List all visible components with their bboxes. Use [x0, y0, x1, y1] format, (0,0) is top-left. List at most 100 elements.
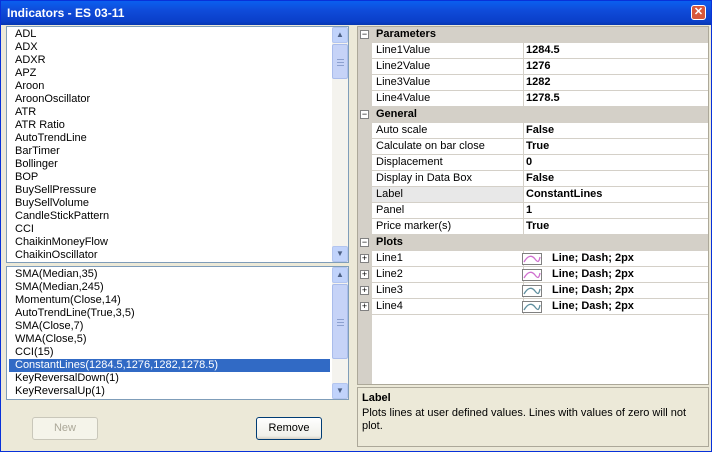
- scroll-up-icon[interactable]: ▲: [332, 267, 348, 283]
- scroll-down-icon[interactable]: ▼: [332, 383, 348, 399]
- expand-icon[interactable]: +: [360, 270, 369, 279]
- row-margin: [358, 171, 372, 187]
- applied-indicator-list[interactable]: SMA(Median,35) SMA(Median,245) Momentum(Cl…: [6, 266, 349, 400]
- property-row[interactable]: Display in Data Box False: [358, 171, 708, 187]
- row-margin: [358, 43, 372, 59]
- property-row[interactable]: Line4Value 1278.5: [358, 91, 708, 107]
- window-title: Indicators - ES 03-11: [7, 6, 125, 20]
- property-name: Line4Value: [372, 91, 524, 107]
- property-name: Line2Value: [372, 59, 524, 75]
- applied-list-scrollbar[interactable]: ▲ ▼: [332, 267, 348, 399]
- property-value[interactable]: 1282: [524, 75, 708, 91]
- plot-style-icon: [522, 301, 542, 313]
- list-item[interactable]: CCI: [9, 223, 330, 236]
- property-name: Line4: [372, 299, 524, 315]
- collapse-icon[interactable]: −: [360, 30, 369, 39]
- category-label: Plots: [376, 236, 403, 248]
- expand-icon[interactable]: +: [360, 302, 369, 311]
- expand-icon[interactable]: +: [360, 286, 369, 295]
- category-plots[interactable]: − Plots: [358, 235, 708, 251]
- list-item[interactable]: WMA(Close,5): [9, 333, 330, 346]
- row-margin: [358, 219, 372, 235]
- plot-row[interactable]: + Line1 Line; Dash; 2px: [358, 251, 708, 267]
- list-item[interactable]: KeyReversalUp(1): [9, 385, 330, 398]
- list-item[interactable]: SMA(Close,7): [9, 320, 330, 333]
- list-item[interactable]: ChaikinMoneyFlow: [9, 236, 330, 249]
- property-row[interactable]: Calculate on bar close True: [358, 139, 708, 155]
- list-item[interactable]: AroonOscillator: [9, 93, 330, 106]
- property-row[interactable]: Auto scale False: [358, 123, 708, 139]
- list-item[interactable]: CandleStickPattern: [9, 210, 330, 223]
- title-bar[interactable]: Indicators - ES 03-11 ✕: [1, 1, 711, 25]
- property-row[interactable]: Line3Value 1282: [358, 75, 708, 91]
- list-item[interactable]: AutoTrendLine(True,3,5): [9, 307, 330, 320]
- plot-row[interactable]: + Line2 Line; Dash; 2px: [358, 267, 708, 283]
- list-item[interactable]: BOP: [9, 171, 330, 184]
- list-item[interactable]: ADL: [9, 28, 330, 41]
- new-button[interactable]: New: [32, 417, 98, 440]
- property-value[interactable]: 1284.5: [524, 43, 708, 59]
- list-item[interactable]: ChaikinOscillator: [9, 249, 330, 262]
- category-label: General: [376, 108, 417, 120]
- list-item[interactable]: SMA(Median,35): [9, 268, 330, 281]
- property-name: Line3Value: [372, 75, 524, 91]
- expand-icon[interactable]: +: [360, 254, 369, 263]
- scroll-down-icon[interactable]: ▼: [332, 246, 348, 262]
- list-item[interactable]: Momentum(Close,14): [9, 294, 330, 307]
- property-row[interactable]: Line2Value 1276: [358, 59, 708, 75]
- grip-line: [337, 62, 344, 63]
- list-item[interactable]: CCI(15): [9, 346, 330, 359]
- close-icon[interactable]: ✕: [691, 5, 706, 20]
- collapse-icon[interactable]: −: [360, 238, 369, 247]
- property-value[interactable]: 0: [524, 155, 708, 171]
- indicator-list[interactable]: ADL ADX ADXR APZ Aroon AroonOscillator ATR ATR …: [6, 26, 349, 263]
- property-name: Line3: [372, 283, 524, 299]
- scrollbar-thumb[interactable]: [332, 284, 348, 359]
- remove-button[interactable]: Remove: [256, 417, 322, 440]
- grip-line: [337, 325, 344, 326]
- property-grid[interactable]: − Parameters Line1Value 1284.5 Line2Valu…: [357, 26, 709, 385]
- list-item[interactable]: ATR Ratio: [9, 119, 330, 132]
- property-value[interactable]: ConstantLines: [524, 187, 708, 203]
- property-name: Line2: [372, 267, 524, 283]
- list-item[interactable]: Bollinger: [9, 158, 330, 171]
- list-item-selected[interactable]: ConstantLines(1284.5,1276,1282,1278.5): [9, 359, 330, 372]
- list-item[interactable]: APZ: [9, 67, 330, 80]
- indicator-list-scrollbar[interactable]: ▲ ▼: [332, 27, 348, 262]
- list-item[interactable]: KeyReversalDown(1): [9, 372, 330, 385]
- category-general[interactable]: − General: [358, 107, 708, 123]
- scrollbar-thumb[interactable]: [332, 44, 348, 79]
- plot-row[interactable]: + Line3 Line; Dash; 2px: [358, 283, 708, 299]
- property-value: Line; Dash; 2px: [552, 252, 634, 264]
- property-row[interactable]: Price marker(s) True: [358, 219, 708, 235]
- property-row[interactable]: Panel 1: [358, 203, 708, 219]
- property-row-selected[interactable]: Label ConstantLines: [358, 187, 708, 203]
- scroll-up-icon[interactable]: ▲: [332, 27, 348, 43]
- list-item[interactable]: BarTimer: [9, 145, 330, 158]
- property-row[interactable]: Displacement 0: [358, 155, 708, 171]
- list-item[interactable]: ADXR: [9, 54, 330, 67]
- property-value[interactable]: 1278.5: [524, 91, 708, 107]
- list-item[interactable]: Aroon: [9, 80, 330, 93]
- list-item[interactable]: BuySellVolume: [9, 197, 330, 210]
- property-row[interactable]: Line1Value 1284.5: [358, 43, 708, 59]
- property-value[interactable]: True: [524, 219, 708, 235]
- category-parameters[interactable]: − Parameters: [358, 27, 708, 43]
- list-item[interactable]: SMA(Median,245): [9, 281, 330, 294]
- description-text: Plots lines at user defined values. Line…: [362, 407, 687, 432]
- row-margin: [358, 203, 372, 219]
- list-item[interactable]: BuySellPressure: [9, 184, 330, 197]
- property-value[interactable]: False: [524, 123, 708, 139]
- plot-row[interactable]: + Line4 Line; Dash; 2px: [358, 299, 708, 315]
- collapse-icon[interactable]: −: [360, 110, 369, 119]
- list-item[interactable]: AutoTrendLine: [9, 132, 330, 145]
- list-item[interactable]: ATR: [9, 106, 330, 119]
- row-margin: [358, 91, 372, 107]
- remove-button-label: Remove: [268, 422, 310, 434]
- property-value[interactable]: 1: [524, 203, 708, 219]
- property-value[interactable]: 1276: [524, 59, 708, 75]
- property-name: Line1: [372, 251, 524, 267]
- property-value[interactable]: True: [524, 139, 708, 155]
- list-item[interactable]: ADX: [9, 41, 330, 54]
- property-value[interactable]: False: [524, 171, 708, 187]
